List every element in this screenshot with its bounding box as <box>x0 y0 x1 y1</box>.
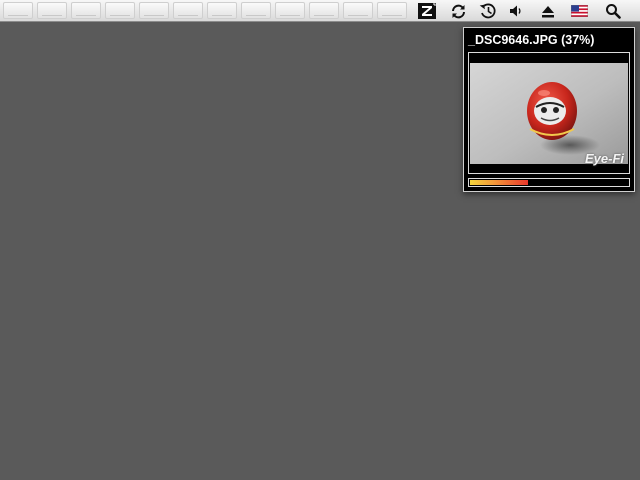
menu-item[interactable] <box>3 2 33 19</box>
photo-preview-frame: Eye-Fi <box>468 52 630 174</box>
menu-item[interactable] <box>343 2 373 19</box>
menu-item[interactable] <box>105 2 135 19</box>
eject-icon[interactable] <box>538 0 558 22</box>
menu-item[interactable] <box>377 2 407 19</box>
menu-item[interactable] <box>309 2 339 19</box>
menu-item[interactable] <box>37 2 67 19</box>
upload-progress-fill <box>470 180 528 185</box>
upload-file-title: _DSC9646.JPG (37%) <box>468 33 595 47</box>
menu-item[interactable] <box>71 2 101 19</box>
sync-icon[interactable] <box>447 0 469 22</box>
eyefi-menu-icon[interactable] <box>416 0 438 22</box>
volume-icon[interactable] <box>506 0 526 22</box>
time-machine-icon[interactable] <box>477 0 499 22</box>
upload-progress-bar <box>468 178 630 187</box>
spotlight-search-icon[interactable] <box>602 0 624 22</box>
photo-thumbnail <box>470 63 628 164</box>
menu-item[interactable] <box>275 2 305 19</box>
eyefi-watermark: Eye-Fi <box>584 151 624 166</box>
eyefi-upload-hud: _DSC9646.JPG (37%) Eye-Fi <box>463 27 635 192</box>
menu-bar <box>0 0 640 22</box>
menu-item[interactable] <box>139 2 169 19</box>
menu-item[interactable] <box>207 2 237 19</box>
menu-item[interactable] <box>173 2 203 19</box>
menu-item[interactable] <box>241 2 271 19</box>
input-source-flag-icon[interactable] <box>568 0 590 22</box>
